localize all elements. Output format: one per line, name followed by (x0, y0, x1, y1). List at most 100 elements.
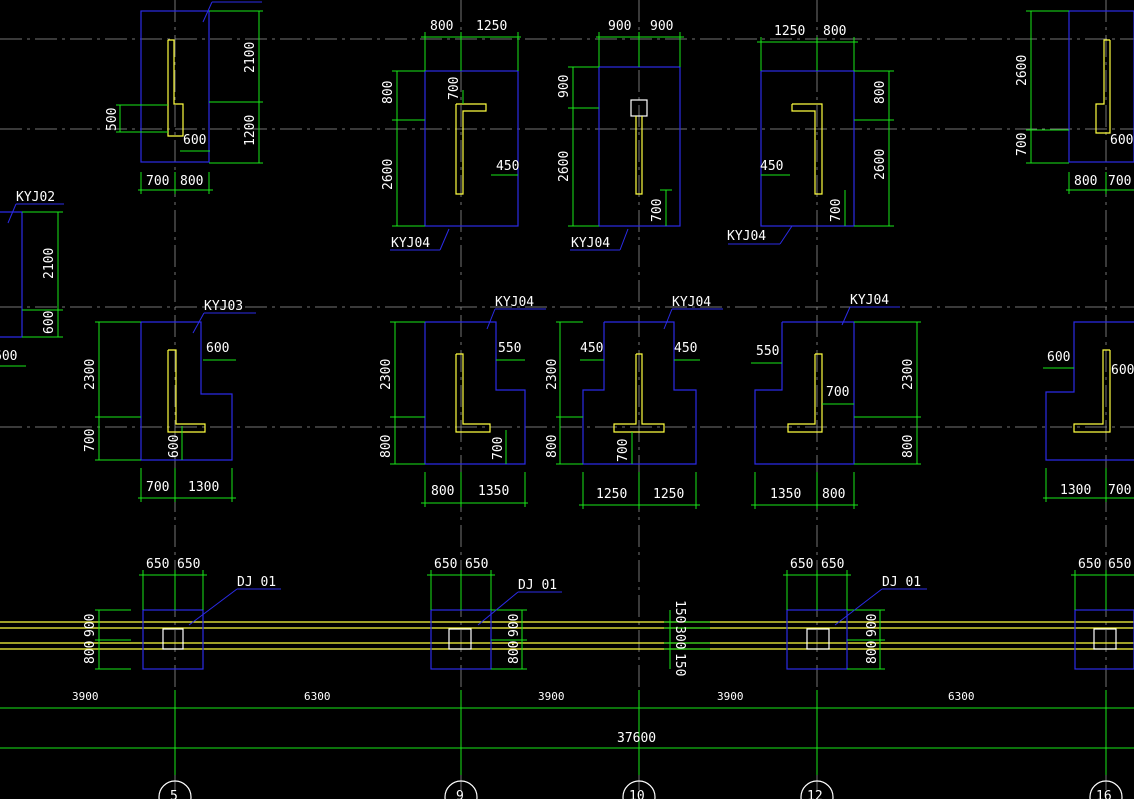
dim-2300-i: 2300 (545, 359, 560, 390)
dim-450-b: 450 (496, 159, 519, 174)
dim-800-a: 800 (180, 174, 203, 189)
dim-550-h: 550 (498, 341, 521, 356)
dim-450-i1: 450 (580, 341, 603, 356)
span-6300-2: 6300 (948, 690, 975, 703)
axis-grid (0, 0, 1134, 790)
dim-2300-h: 2300 (379, 359, 394, 390)
dim-700-gv: 700 (83, 429, 98, 452)
dim-1250-i1: 1250 (596, 487, 627, 502)
axis-label-10: 10 (629, 789, 645, 799)
dim-2600-b: 2600 (381, 159, 396, 190)
label-dj01-2: DJ 01 (518, 578, 557, 593)
dim-700-d: 700 (829, 199, 844, 222)
dim-2100-a: 2100 (243, 42, 258, 73)
dim-1350-j: 1350 (770, 487, 801, 502)
dim-150-n2: 150 (672, 653, 687, 676)
dim-600-a: 600 (183, 133, 206, 148)
dim-700-ev: 700 (1015, 133, 1030, 156)
dim-900-mv: 900 (507, 614, 522, 637)
label-kyj04-2: KYJ04 (571, 236, 610, 251)
wall-column-kyj04-top-2[interactable] (568, 32, 684, 251)
dim-800-dv: 800 (873, 81, 888, 104)
dim-2300-g: 2300 (83, 359, 98, 390)
dim-700-g: 700 (146, 480, 169, 495)
dim-800-mv: 800 (507, 641, 522, 664)
wall-column-kyj02[interactable] (0, 203, 64, 367)
axis-label-5: 5 (170, 789, 178, 799)
dim-700-e: 700 (1108, 174, 1131, 189)
dim-800-jv: 800 (901, 435, 916, 458)
dim-150-n1: 150 (672, 600, 687, 623)
dim-650-l1: 650 (146, 557, 169, 572)
dim-600-k1: 600 (1047, 350, 1070, 365)
dim-2300-j: 2300 (901, 359, 916, 390)
dim-900-lv: 900 (83, 614, 98, 637)
dim-600-e: 600 (1110, 133, 1133, 148)
span-3900-2: 3900 (538, 690, 565, 703)
dim-600-gv2: 600 (167, 435, 182, 458)
dim-650-p1: 650 (1078, 557, 1101, 572)
label-kyj04-1: KYJ04 (391, 236, 430, 251)
dim-700-c: 700 (650, 199, 665, 222)
dim-2100-f: 2100 (42, 248, 57, 279)
total-37600: 37600 (617, 731, 656, 746)
axis-label-16: 16 (1096, 789, 1112, 799)
dim-2600-d: 2600 (873, 149, 888, 180)
dim-900-c2: 900 (650, 19, 673, 34)
dim-600-f: 600 (0, 349, 17, 364)
label-dj01-3: DJ 01 (882, 575, 921, 590)
dim-800-bv: 800 (381, 81, 396, 104)
dim-2600-c: 2600 (557, 151, 572, 182)
cad-drawing-canvas[interactable]: 2100 1200 500 600 700 800 800 1250 800 2… (0, 0, 1134, 799)
wall-column-kyj04-mid-2[interactable] (556, 308, 723, 509)
dim-800-lv: 800 (83, 641, 98, 664)
dim-450-d: 450 (760, 159, 783, 174)
dim-650-o1: 650 (790, 557, 813, 572)
dim-1350-h: 1350 (478, 484, 509, 499)
wall-column-kyj04-mid-3[interactable] (751, 306, 921, 509)
wall-column-mid-right[interactable] (1043, 321, 1134, 502)
label-kyj04-4: KYJ04 (495, 295, 534, 310)
dim-1200-a: 1200 (243, 115, 258, 146)
dim-800-d: 800 (823, 24, 846, 39)
wall-column-kyj04-top-1[interactable] (390, 32, 521, 251)
label-dj01-1: DJ 01 (237, 575, 276, 590)
label-kyj04-6: KYJ04 (850, 293, 889, 308)
dim-800-iv: 800 (545, 435, 560, 458)
dim-1300-g: 1300 (188, 480, 219, 495)
dim-700-h: 700 (491, 437, 506, 460)
dim-700-b: 700 (447, 77, 462, 100)
foundation-beam[interactable] (0, 621, 1134, 650)
dim-650-m2: 650 (465, 557, 488, 572)
dim-1250-b: 1250 (476, 19, 507, 34)
dim-700-i: 700 (616, 439, 631, 462)
dim-700-a: 700 (146, 174, 169, 189)
axis-label-12: 12 (807, 789, 823, 799)
dim-650-m1: 650 (434, 557, 457, 572)
dim-800-hv: 800 (379, 435, 394, 458)
dim-800-ov: 800 (865, 641, 880, 664)
span-3900-1: 3900 (72, 690, 99, 703)
dim-1250-d: 1250 (774, 24, 805, 39)
wall-column-kyj03[interactable] (95, 312, 256, 502)
dim-650-o2: 650 (821, 557, 844, 572)
dim-900-cv: 900 (557, 75, 572, 98)
span-6300-1: 6300 (304, 690, 331, 703)
wall-column-top-a[interactable] (116, 1, 263, 194)
dim-600-g: 600 (206, 341, 229, 356)
dim-1300-k: 1300 (1060, 483, 1091, 498)
span-3900-3: 3900 (717, 690, 744, 703)
dim-800-b: 800 (430, 19, 453, 34)
dim-650-l2: 650 (177, 557, 200, 572)
wall-column-kyj04-top-3[interactable] (728, 37, 894, 245)
dim-550-j: 550 (756, 344, 779, 359)
wall-column-top-e[interactable] (1026, 10, 1134, 194)
label-kyj03: KYJ03 (204, 299, 243, 314)
label-kyj04-3: KYJ04 (727, 229, 766, 244)
foundation-dj01-4[interactable] (1071, 570, 1134, 670)
wall-column-kyj04-mid-1[interactable] (390, 308, 546, 507)
dim-900-ov: 900 (865, 614, 880, 637)
dim-650-p2: 650 (1108, 557, 1131, 572)
axis-label-9: 9 (456, 789, 464, 799)
dim-450-i2: 450 (674, 341, 697, 356)
